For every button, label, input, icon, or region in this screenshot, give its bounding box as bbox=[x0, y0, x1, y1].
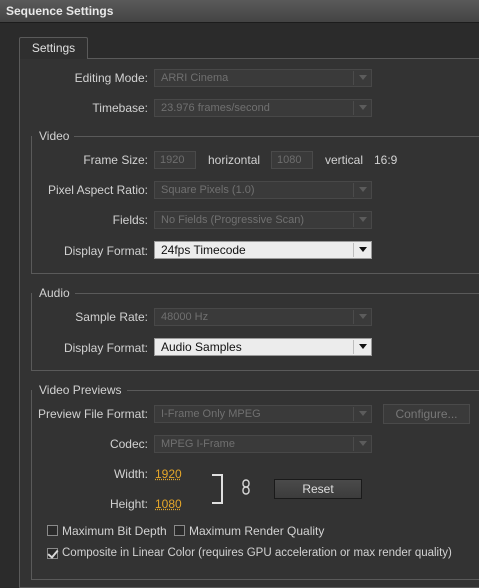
audio-display-format-label: Display Format: bbox=[64, 341, 148, 355]
codec-label: Codec: bbox=[110, 437, 148, 451]
fields-dropdown[interactable]: No Fields (Progressive Scan) bbox=[154, 211, 372, 229]
fields-label: Fields: bbox=[113, 213, 148, 227]
configure-button[interactable]: Configure... bbox=[383, 404, 470, 424]
frame-height-field[interactable]: 1080 bbox=[271, 151, 313, 169]
chevron-down-icon bbox=[359, 247, 367, 252]
sample-rate-dropdown[interactable]: 48000 Hz bbox=[154, 308, 372, 326]
chevron-down-icon bbox=[359, 314, 367, 319]
audio-section-title: Audio bbox=[32, 286, 75, 300]
chevron-down-icon bbox=[359, 411, 367, 416]
audio-group bbox=[31, 293, 479, 371]
video-section-title: Video bbox=[32, 129, 74, 143]
frame-width-field[interactable]: 1920 bbox=[154, 151, 196, 169]
title-bar: Sequence Settings bbox=[0, 0, 479, 23]
sample-rate-label: Sample Rate: bbox=[75, 310, 148, 324]
editing-mode-value: ARRI Cinema bbox=[161, 72, 228, 84]
frame-size-label: Frame Size: bbox=[83, 153, 148, 167]
reset-button[interactable]: Reset bbox=[274, 479, 362, 499]
audio-display-format-dropdown[interactable]: Audio Samples bbox=[154, 338, 372, 356]
preview-file-format-value: I-Frame Only MPEG bbox=[161, 408, 261, 420]
height-label: Height: bbox=[110, 497, 148, 511]
preview-height-value[interactable]: 1080 bbox=[155, 497, 182, 511]
audio-display-format-value: Audio Samples bbox=[161, 340, 242, 354]
chevron-down-icon bbox=[359, 217, 367, 222]
tab-settings[interactable]: Settings bbox=[19, 37, 88, 59]
max-bit-depth-label: Maximum Bit Depth bbox=[62, 524, 167, 538]
timebase-label: Timebase: bbox=[92, 101, 148, 115]
video-display-format-dropdown[interactable]: 24fps Timecode bbox=[154, 241, 372, 259]
fields-value: No Fields (Progressive Scan) bbox=[161, 214, 304, 226]
editing-mode-dropdown[interactable]: ARRI Cinema bbox=[154, 69, 372, 87]
chain-link-icon[interactable] bbox=[241, 479, 251, 495]
chevron-down-icon bbox=[359, 187, 367, 192]
video-display-format-value: 24fps Timecode bbox=[161, 243, 246, 257]
preview-file-format-dropdown[interactable]: I-Frame Only MPEG bbox=[154, 405, 372, 423]
preview-width-value[interactable]: 1920 bbox=[155, 467, 182, 481]
horizontal-label: horizontal bbox=[208, 153, 260, 167]
codec-dropdown[interactable]: MPEG I-Frame bbox=[154, 435, 372, 453]
width-label: Width: bbox=[114, 467, 148, 481]
composite-linear-label: Composite in Linear Color (requires GPU … bbox=[62, 547, 452, 559]
max-bit-depth-checkbox[interactable] bbox=[47, 525, 58, 536]
video-display-format-label: Display Format: bbox=[64, 244, 148, 258]
chevron-down-icon bbox=[359, 105, 367, 110]
window-title: Sequence Settings bbox=[6, 4, 113, 18]
timebase-dropdown[interactable]: 23.976 frames/second bbox=[154, 99, 372, 117]
vertical-label: vertical bbox=[325, 153, 363, 167]
editing-mode-label: Editing Mode: bbox=[75, 71, 148, 85]
codec-value: MPEG I-Frame bbox=[161, 438, 235, 450]
pixel-aspect-ratio-value: Square Pixels (1.0) bbox=[161, 184, 255, 196]
chevron-down-icon bbox=[359, 75, 367, 80]
pixel-aspect-ratio-dropdown[interactable]: Square Pixels (1.0) bbox=[154, 181, 372, 199]
chevron-down-icon bbox=[359, 441, 367, 446]
pixel-aspect-ratio-label: Pixel Aspect Ratio: bbox=[48, 183, 148, 197]
timebase-value: 23.976 frames/second bbox=[161, 102, 270, 114]
composite-linear-checkbox[interactable] bbox=[47, 548, 58, 559]
sample-rate-value: 48000 Hz bbox=[161, 311, 208, 323]
max-render-quality-label: Maximum Render Quality bbox=[189, 524, 324, 538]
max-render-quality-checkbox[interactable] bbox=[174, 525, 185, 536]
video-previews-section-title: Video Previews bbox=[32, 383, 127, 397]
preview-file-format-label: Preview File Format: bbox=[38, 407, 148, 421]
chevron-down-icon bbox=[359, 344, 367, 349]
aspect-ratio-label: 16:9 bbox=[374, 153, 397, 167]
